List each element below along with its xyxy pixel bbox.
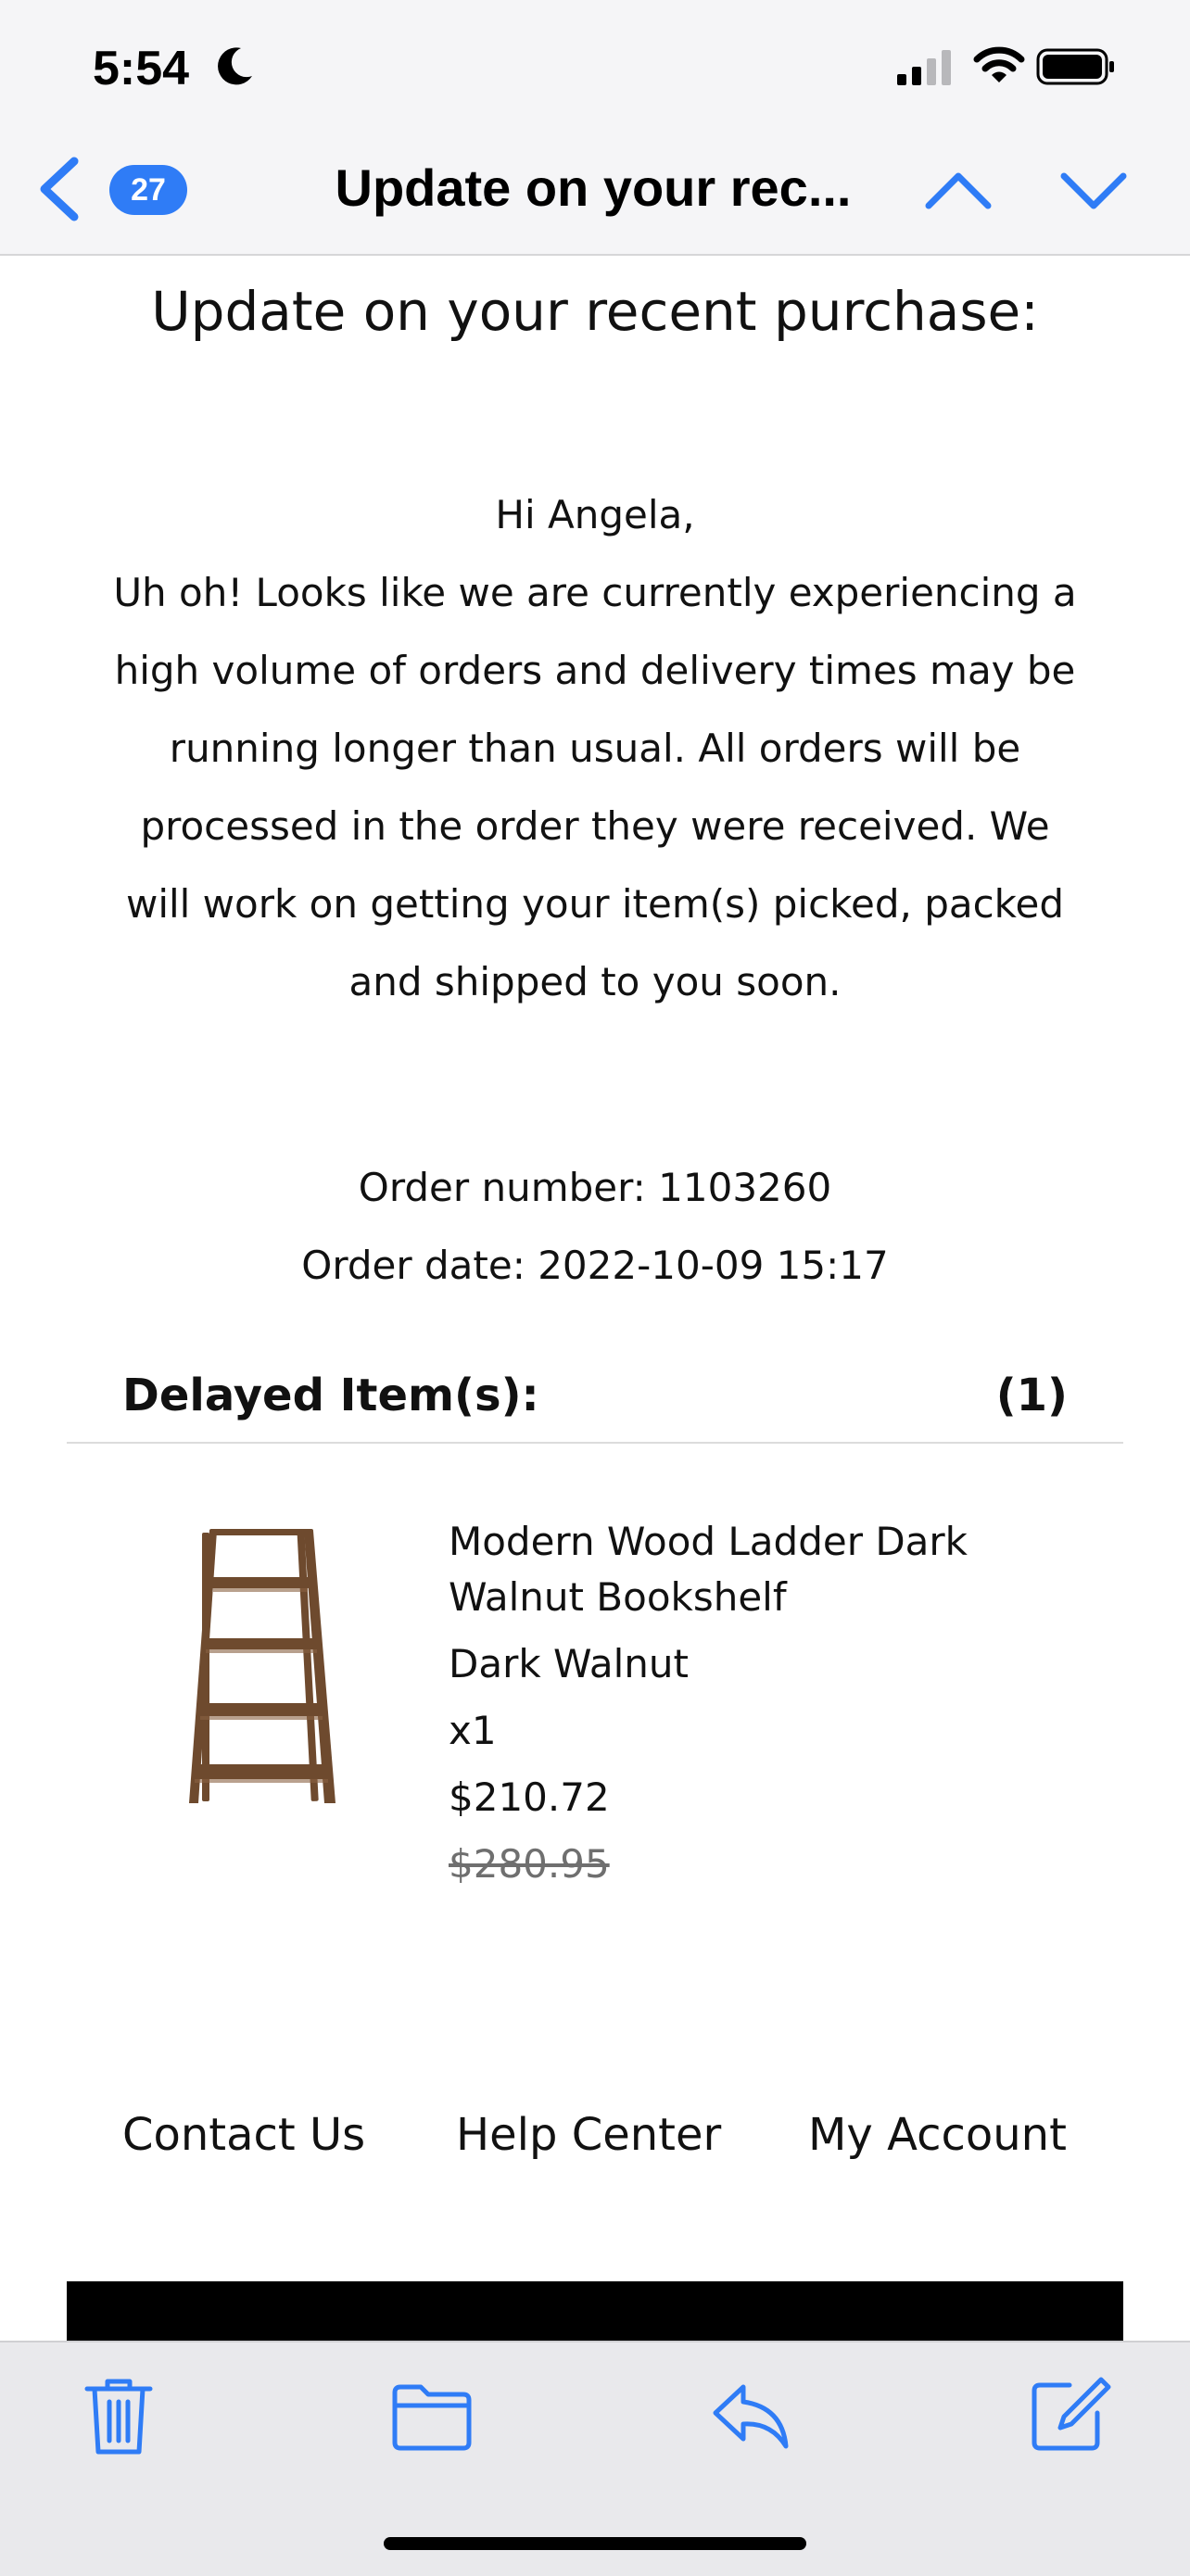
email-heading: Update on your recent purchase:	[151, 280, 1039, 343]
nav-title: Update on your rec...	[335, 158, 852, 217]
product-original-price: $280.95	[449, 1841, 610, 1887]
delayed-items-header: Delayed Item(s): (1)	[67, 1358, 1123, 1444]
chevron-down-icon[interactable]	[1058, 167, 1129, 215]
wifi-icon	[973, 46, 1025, 82]
contact-us-link[interactable]: Contact Us	[122, 2109, 365, 2161]
email-body: Update on your recent purchase: Hi Angel…	[0, 256, 1190, 2346]
greeting: Hi Angela,	[495, 492, 695, 537]
status-time: 5:54	[93, 42, 190, 95]
chevron-up-icon[interactable]	[923, 167, 994, 215]
product-quantity: x1	[449, 1708, 497, 1753]
trash-icon[interactable]	[74, 2370, 163, 2459]
delay-message: Uh oh! Looks like we are currently exper…	[113, 570, 1077, 1004]
battery-icon	[1036, 48, 1114, 85]
order-number: Order number: 1103260	[358, 1165, 832, 1210]
product-info: Modern Wood Ladder Dark Walnut Bookshelf…	[449, 1514, 1097, 1903]
top-bar: 5:54 27 Update on your rec...	[0, 0, 1190, 256]
chevron-left-icon[interactable]	[33, 156, 83, 222]
order-date: Order date: 2022-10-09 15:17	[301, 1243, 889, 1288]
compose-icon[interactable]	[1023, 2370, 1112, 2459]
delayed-items-label: Delayed Item(s):	[122, 1370, 539, 1421]
my-account-link[interactable]: My Account	[808, 2109, 1067, 2161]
product-color: Dark Walnut	[449, 1641, 689, 1686]
footer-banner	[67, 2281, 1123, 2346]
folder-icon[interactable]	[387, 2370, 476, 2459]
delayed-items-count: (1)	[995, 1370, 1068, 1421]
cellular-signal-icon	[897, 50, 951, 85]
bookshelf-product-image[interactable]	[185, 1525, 352, 1812]
unread-count-badge[interactable]: 27	[109, 165, 187, 215]
reply-icon[interactable]	[706, 2370, 795, 2459]
moon-icon	[218, 47, 252, 85]
product-price: $210.72	[449, 1774, 610, 1820]
footer-links: Contact Us Help Center My Account	[67, 2109, 1123, 2183]
help-center-link[interactable]: Help Center	[456, 2109, 721, 2161]
product-name[interactable]: Modern Wood Ladder Dark Walnut Bookshelf	[449, 1514, 1097, 1625]
home-indicator	[384, 2537, 806, 2550]
